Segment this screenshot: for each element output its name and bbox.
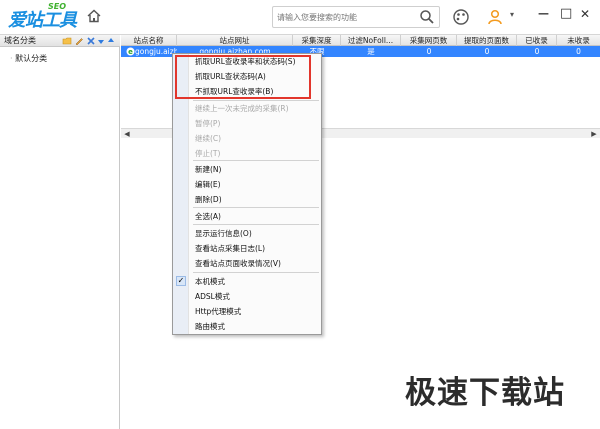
menu-item-stop[interactable]: 停止(T) <box>195 148 220 159</box>
move-up-icon[interactable] <box>106 36 116 46</box>
maximize-button[interactable]: □ <box>560 6 572 24</box>
menu-item-new[interactable]: 新建(N) <box>195 164 221 175</box>
cell-pages: 0 <box>426 47 432 56</box>
col-site-name[interactable]: 站点名称 <box>121 35 177 46</box>
search-icon[interactable] <box>419 9 435 25</box>
menu-item-adsl-mode[interactable]: ADSL模式 <box>195 291 230 302</box>
col-unindexed[interactable]: 未收录 <box>557 35 600 46</box>
cell-indexed: 0 <box>534 47 540 56</box>
context-menu: 抓取URL查收录率和状态码(S) 抓取URL查状态码(A) 不抓取URL查收录率… <box>172 53 322 335</box>
menu-item-edit[interactable]: 编辑(E) <box>195 179 221 190</box>
menu-item-no-crawl-index[interactable]: 不抓取URL查收录率(B) <box>195 86 273 97</box>
site-e-icon: e <box>126 47 135 56</box>
cell-extracted: 0 <box>484 47 490 56</box>
category-header-label: 域名分类 <box>4 36 36 45</box>
move-down-icon[interactable] <box>96 36 106 46</box>
tree-line: · <box>10 54 13 63</box>
user-dropdown-icon[interactable]: ▾ <box>510 10 518 28</box>
menu-item-pause[interactable]: 暂停(P) <box>195 118 220 129</box>
menu-item-delete[interactable]: 删除(D) <box>195 194 222 205</box>
search-box[interactable] <box>272 6 440 28</box>
cell-unindexed: 0 <box>576 47 581 56</box>
app-logo: 爱站工具包 SEO <box>8 2 78 57</box>
menu-item-resume-last[interactable]: 继续上一次未完成的采集(R) <box>195 103 289 114</box>
col-pages[interactable]: 采集网页数 <box>401 35 457 46</box>
edit-pencil-icon[interactable] <box>74 36 84 46</box>
menu-gutter <box>173 54 189 334</box>
col-depth[interactable]: 采集深度 <box>293 35 341 46</box>
menu-item-local-mode[interactable]: 本机模式 <box>195 276 225 287</box>
menu-item-crawl-index-status[interactable]: 抓取URL查收录率和状态码(S) <box>195 56 296 67</box>
minimize-button[interactable]: — <box>538 7 550 25</box>
menu-item-view-index-status[interactable]: 查看站点页面收录情况(V) <box>195 258 281 269</box>
watermark: 极速下载站 <box>405 375 565 411</box>
search-input[interactable] <box>277 10 417 24</box>
table-header: 站点名称 站点网址 采集深度 过滤NoFoll... 采集网页数 提取的页面数 … <box>121 35 600 46</box>
cell-site-name: gongju.aizh... <box>135 47 177 56</box>
menu-separator <box>193 100 319 101</box>
close-button[interactable]: ✕ <box>580 7 592 25</box>
menu-item-router-mode[interactable]: 路由模式 <box>195 321 225 332</box>
menu-item-http-proxy-mode[interactable]: Http代理模式 <box>195 306 241 317</box>
menu-item-view-crawl-log[interactable]: 查看站点采集日志(L) <box>195 243 265 254</box>
title-bar: 爱站工具包 SEO ▾ — □ ✕ <box>0 0 600 57</box>
col-nofollow[interactable]: 过滤NoFoll... <box>341 35 401 46</box>
menu-separator <box>193 207 319 208</box>
scroll-left-icon[interactable]: ◀ <box>122 129 132 139</box>
menu-separator <box>193 272 319 273</box>
col-site-url[interactable]: 站点网址 <box>177 35 293 46</box>
skin-icon[interactable] <box>452 8 470 26</box>
user-icon[interactable] <box>486 8 504 26</box>
menu-separator <box>193 224 319 225</box>
cell-nofollow: 是 <box>367 47 375 56</box>
menu-item-continue[interactable]: 继续(C) <box>195 133 221 144</box>
category-item-label: 默认分类 <box>15 54 48 63</box>
category-panel: 域名分类 · 默认分类 <box>0 35 120 429</box>
check-icon: ✓ <box>176 276 186 286</box>
svg-text:e: e <box>128 48 133 56</box>
col-indexed[interactable]: 已收录 <box>517 35 557 46</box>
delete-icon[interactable] <box>86 36 96 46</box>
logo-seo: SEO <box>48 2 67 11</box>
home-icon[interactable] <box>86 8 102 24</box>
category-header: 域名分类 <box>0 35 120 47</box>
category-item[interactable]: · 默认分类 <box>10 53 47 64</box>
menu-item-show-run-info[interactable]: 显示运行信息(O) <box>195 228 252 239</box>
menu-separator <box>193 160 319 161</box>
menu-item-select-all[interactable]: 全选(A) <box>195 211 221 222</box>
scroll-right-icon[interactable]: ▶ <box>589 129 599 139</box>
menu-item-crawl-status[interactable]: 抓取URL查状态码(A) <box>195 71 266 82</box>
col-extracted[interactable]: 提取的页面数 <box>457 35 517 46</box>
add-folder-icon[interactable] <box>62 36 72 46</box>
